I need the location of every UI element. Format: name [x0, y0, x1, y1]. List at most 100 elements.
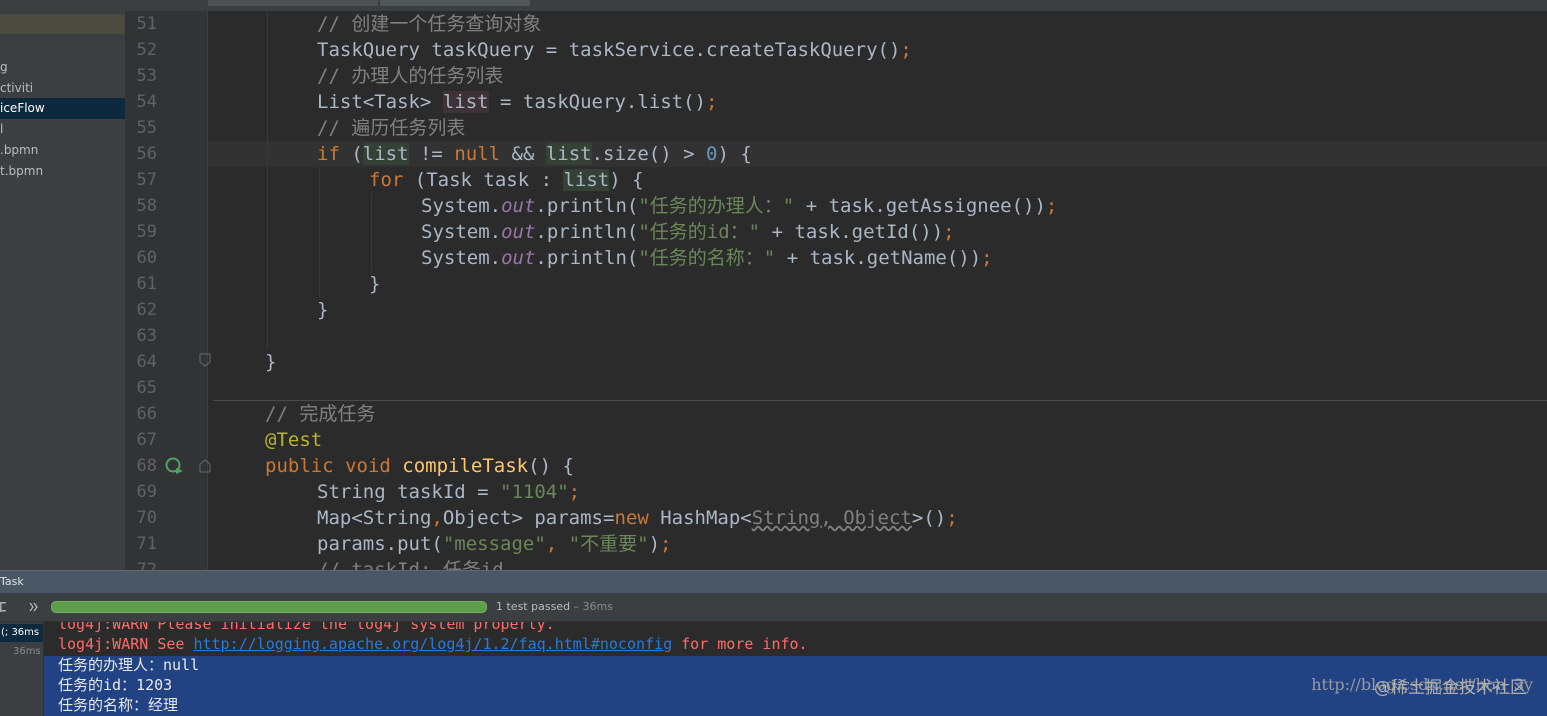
line-number: 56	[136, 144, 157, 164]
code: ) {	[717, 143, 752, 165]
code: .println(	[535, 195, 639, 217]
code: .size() >	[591, 143, 706, 165]
comment: // 创建一个任务查询对象	[317, 13, 542, 35]
sort-icon[interactable]	[0, 600, 8, 614]
line-number: 69	[136, 482, 157, 502]
tree-item[interactable]: ctiviti	[0, 78, 125, 99]
static-field: out	[501, 195, 536, 217]
code-editor[interactable]: // 创建一个任务查询对象 TaskQuery taskQuery = task…	[208, 11, 1547, 570]
code-line-70: Map<String,Object> params=new HashMap<St…	[317, 505, 958, 531]
tree-item[interactable]: g	[0, 57, 125, 78]
comma: ,	[545, 533, 569, 555]
run-panel-header[interactable]: Task	[0, 570, 1547, 593]
string-literal: "任务的id："	[638, 221, 761, 243]
comment: // 遍历任务列表	[317, 117, 466, 139]
string-literal: "1104"	[500, 481, 569, 503]
tree-item[interactable]: t.bpmn	[0, 161, 125, 182]
line-number: 71	[136, 534, 157, 554]
brace: }	[369, 273, 381, 295]
console-line: log4j:WARN See http://logging.apache.org…	[58, 634, 808, 654]
line-number: 57	[136, 170, 157, 190]
tree-highlight-row	[0, 14, 125, 34]
code: + task.getName())	[775, 247, 982, 269]
annotation: @Test	[265, 429, 323, 451]
code: HashMap<	[648, 507, 752, 529]
comma: ,	[431, 507, 443, 529]
indent-guide	[319, 167, 320, 297]
semicolon: ;	[981, 247, 993, 269]
comment: // 完成任务	[265, 403, 376, 425]
code: + task.getAssignee())	[794, 195, 1046, 217]
code-line-64: }	[265, 349, 276, 375]
comment: // taskId: 任务id	[317, 559, 504, 570]
brace: }	[317, 299, 329, 321]
line-number: 64	[136, 352, 157, 372]
editor-tab[interactable]	[380, 0, 530, 6]
code: System.	[421, 221, 502, 243]
code: Map<String	[317, 507, 432, 529]
console-output[interactable]: log4j:WARN Please initialize the log4j s…	[44, 622, 1547, 716]
method-name: compileTask	[402, 455, 529, 477]
keyword: for	[369, 169, 404, 191]
run-test-icon[interactable]	[164, 456, 184, 476]
type: TaskQuery	[317, 39, 420, 61]
test-results-tree: (; 36ms 36ms	[0, 622, 44, 716]
code-line-55: // 遍历任务列表	[317, 115, 465, 141]
editor-tab[interactable]	[208, 0, 378, 6]
string-literal: "任务的名称："	[638, 247, 776, 269]
method-separator	[213, 400, 1547, 401]
operator: =	[534, 39, 569, 61]
code: + task.getId())	[760, 221, 944, 243]
code: params.put(	[317, 533, 443, 555]
code-line-54: List<Task> list = taskQuery.list();	[317, 89, 717, 115]
code-line-61: }	[369, 271, 380, 297]
console-line: log4j:WARN Please initialize the log4j s…	[58, 622, 555, 633]
line-number: 55	[136, 118, 157, 138]
indent-guide	[371, 193, 372, 271]
editor-gutter: 51 52 53 54 55 56 57 58 59 60 61 62 63 6…	[125, 11, 230, 580]
semicolon: ;	[943, 221, 955, 243]
keyword: null	[454, 143, 501, 165]
run-config-title: Task	[0, 575, 24, 588]
code-line-71: params.put("message", "不重要");	[317, 531, 671, 557]
test-progress-bar	[51, 601, 487, 613]
tree-item[interactable]: l	[0, 119, 125, 140]
semicolon: ;	[1045, 195, 1058, 217]
line-number: 53	[136, 66, 157, 86]
line-number: 54	[136, 92, 157, 112]
code-line-66: // 完成任务	[265, 401, 375, 427]
code: (	[339, 143, 363, 165]
code-line-57: for (Task task : list) {	[369, 167, 644, 193]
identifier-highlight: list	[545, 143, 592, 165]
console-warn-text: log4j:WARN See	[58, 635, 194, 653]
tree-item[interactable]: .bpmn	[0, 140, 125, 161]
code: (Task task :	[403, 169, 564, 191]
test-duration: – 36ms	[570, 600, 613, 613]
code-line-52: TaskQuery taskQuery = taskService.create…	[317, 37, 912, 63]
project-tree-panel: g ctiviti iceFlow l .bpmn t.bpmn	[0, 0, 125, 570]
code-line-59: System.out.println("任务的id：" + task.getId…	[421, 219, 955, 245]
tree-item-selected[interactable]: iceFlow	[0, 98, 125, 119]
string-literal: "message"	[442, 533, 546, 555]
code-line-60: System.out.println("任务的名称：" + task.getNa…	[421, 245, 993, 271]
console-link[interactable]: http://logging.apache.org/log4j/1.2/faq.…	[193, 635, 672, 653]
code-line-72: // taskId: 任务id	[317, 557, 504, 570]
code-line-68: public void compileTask() {	[265, 453, 574, 479]
line-number: 66	[136, 404, 157, 424]
console-line: 任务的名称：经理	[58, 696, 179, 714]
code-line-58: System.out.println("任务的办理人：" + task.getA…	[421, 193, 1057, 219]
identifier-highlight: list	[563, 169, 610, 191]
line-number: 68	[136, 456, 157, 476]
line-number: 63	[136, 326, 157, 346]
code-line-53: // 办理人的任务列表	[317, 63, 503, 89]
code: System.	[421, 195, 502, 217]
code-line-62: }	[317, 297, 328, 323]
code-line-56: if (list != null && list.size() > 0) {	[317, 141, 752, 167]
console-line: 任务的id：1203	[58, 676, 173, 694]
semicolon: ;	[705, 91, 718, 113]
line-number: 70	[136, 508, 157, 528]
run-toolbar: 1 test passed – 36ms	[0, 593, 1547, 622]
semicolon: ;	[660, 533, 672, 555]
expand-more-icon[interactable]	[29, 602, 39, 612]
code: ) {	[609, 169, 644, 191]
